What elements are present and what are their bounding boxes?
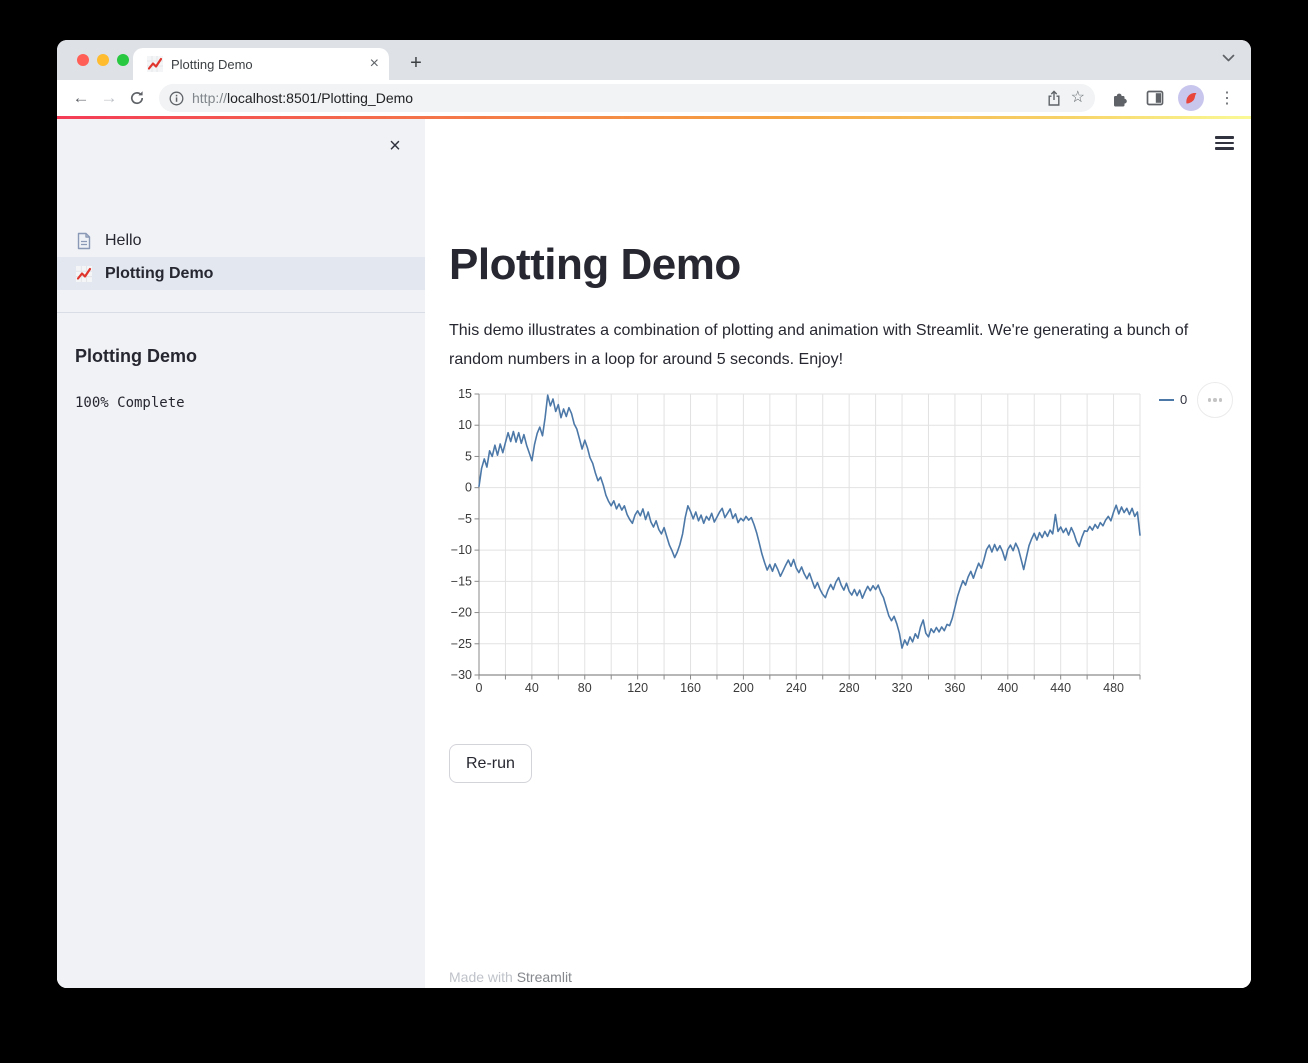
progress-status-text: 100% Complete: [75, 395, 185, 411]
new-tab-button[interactable]: +: [401, 48, 431, 78]
sidebar-item-label: Hello: [105, 231, 142, 249]
chart-legend: 0: [1159, 392, 1187, 407]
page-content: × Hello Plotting Demo Plotting Demo 100%…: [57, 116, 1251, 988]
chart-increasing-icon: [147, 56, 163, 72]
svg-text:120: 120: [627, 681, 648, 695]
url-scheme: http://: [192, 90, 228, 106]
svg-text:−5: −5: [458, 512, 472, 526]
browser-tab[interactable]: Plotting Demo ×: [133, 48, 389, 80]
sidebar-nav: Hello Plotting Demo: [57, 224, 425, 290]
bookmark-star-icon[interactable]: ☆: [1071, 90, 1085, 106]
footer: Made with Streamlit: [449, 969, 572, 985]
svg-text:400: 400: [997, 681, 1018, 695]
info-icon[interactable]: [169, 91, 184, 106]
line-chart: 0 40 80 120 160 200 240 280 320 360 400 440 480 −30 −2…: [449, 382, 1234, 698]
chart-options-button[interactable]: [1197, 382, 1234, 418]
app-menu-hamburger-icon[interactable]: [1215, 136, 1234, 150]
svg-text:10: 10: [458, 418, 472, 432]
svg-text:15: 15: [458, 387, 472, 401]
svg-text:80: 80: [578, 681, 592, 695]
page-description: This demo illustrates a combination of p…: [449, 322, 1189, 368]
sidebar-item-hello[interactable]: Hello: [57, 224, 425, 257]
svg-text:160: 160: [680, 681, 701, 695]
minimize-window-button[interactable]: [97, 54, 109, 66]
sidebar-item-plotting-demo[interactable]: Plotting Demo: [57, 257, 425, 290]
svg-text:200: 200: [733, 681, 754, 695]
profile-avatar[interactable]: [1177, 84, 1205, 112]
close-tab-icon[interactable]: ×: [370, 56, 379, 72]
sidebar-close-icon[interactable]: ×: [383, 134, 407, 158]
rerun-button[interactable]: Re-run: [449, 744, 532, 783]
svg-text:440: 440: [1050, 681, 1071, 695]
browser-window: Plotting Demo × + ← → http://localhost:8…: [57, 40, 1251, 988]
svg-text:−15: −15: [451, 574, 472, 588]
forward-icon[interactable]: →: [95, 84, 123, 112]
line-chart-svg[interactable]: 0 40 80 120 160 200 240 280 320 360 400 440 480 −30 −2…: [449, 386, 1149, 698]
footer-made-with: Made with: [449, 969, 517, 985]
close-window-button[interactable]: [77, 54, 89, 66]
side-panel-icon[interactable]: [1141, 84, 1169, 112]
chart-increasing-icon: [76, 265, 92, 282]
page-title: Plotting Demo: [449, 240, 741, 289]
tab-title: Plotting Demo: [171, 56, 253, 72]
main-area: Plotting Demo This demo illustrates a co…: [425, 116, 1251, 988]
sidebar-divider: [57, 312, 425, 313]
share-icon[interactable]: [1047, 89, 1061, 107]
address-bar[interactable]: http://localhost:8501/Plotting_Demo ☆: [159, 84, 1095, 112]
browser-menu-kebab-icon[interactable]: ⋮: [1213, 84, 1241, 112]
url-path: :8501/Plotting_Demo: [282, 90, 414, 106]
svg-text:−10: −10: [451, 543, 472, 557]
back-icon[interactable]: ←: [67, 84, 95, 112]
svg-text:280: 280: [839, 681, 860, 695]
legend-line-swatch: [1159, 398, 1174, 401]
sidebar: × Hello Plotting Demo Plotting Demo 100%…: [57, 116, 425, 988]
sidebar-item-label: Plotting Demo: [105, 264, 214, 282]
svg-text:0: 0: [465, 481, 472, 495]
svg-text:320: 320: [892, 681, 913, 695]
svg-text:480: 480: [1103, 681, 1124, 695]
url-host: localhost: [227, 90, 283, 106]
zoom-window-button[interactable]: [117, 54, 129, 66]
streamlit-decoration-bar: [57, 116, 1251, 119]
svg-text:5: 5: [465, 449, 472, 463]
url-text[interactable]: http://localhost:8501/Plotting_Demo: [192, 90, 1039, 106]
svg-text:−30: −30: [451, 668, 472, 682]
svg-text:240: 240: [786, 681, 807, 695]
page-icon: [77, 232, 91, 249]
footer-streamlit-link[interactable]: Streamlit: [517, 969, 572, 985]
svg-text:−20: −20: [451, 606, 472, 620]
svg-text:40: 40: [525, 681, 539, 695]
svg-text:360: 360: [944, 681, 965, 695]
legend-series-label: 0: [1180, 392, 1188, 407]
sidebar-section-title: Plotting Demo: [75, 346, 197, 366]
chevron-down-icon[interactable]: [1222, 54, 1235, 62]
reload-icon[interactable]: [123, 84, 151, 112]
svg-text:−25: −25: [451, 637, 472, 651]
tab-strip: Plotting Demo × +: [57, 40, 1251, 80]
browser-toolbar: ← → http://localhost:8501/Plotting_Demo …: [57, 80, 1251, 116]
traffic-lights: [77, 54, 129, 66]
extensions-puzzle-icon[interactable]: [1105, 84, 1133, 112]
svg-text:0: 0: [476, 681, 483, 695]
